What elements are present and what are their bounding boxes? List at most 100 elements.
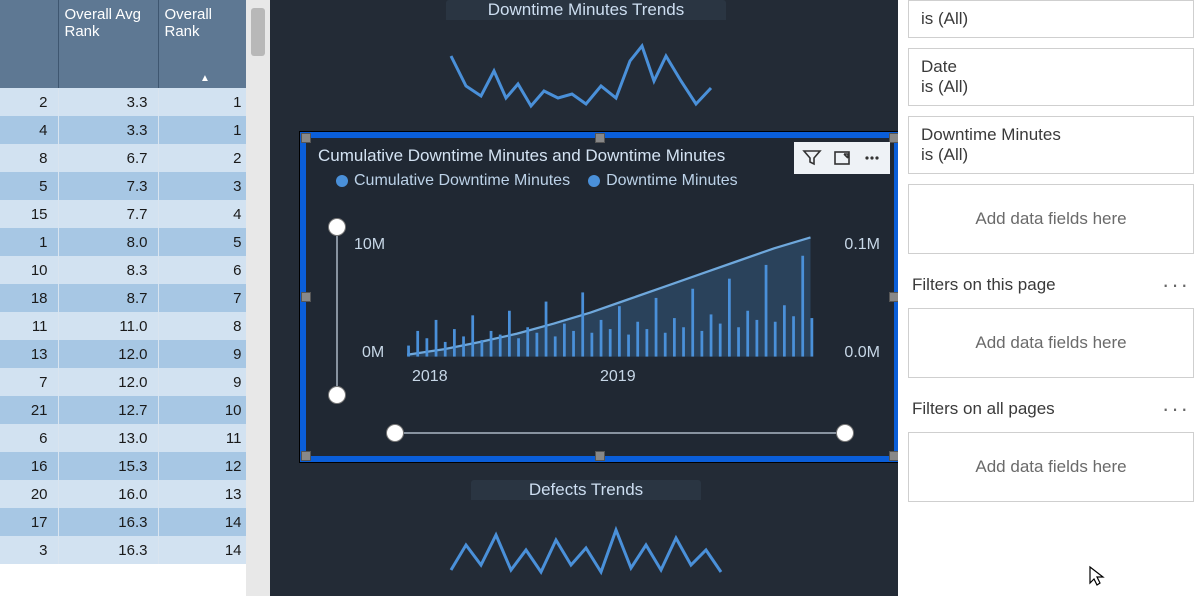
- filter-field-name: Date: [921, 57, 1181, 77]
- table-cell: 13: [0, 340, 58, 368]
- table-row[interactable]: 86.72: [0, 144, 252, 172]
- table-cell: 4: [0, 116, 58, 144]
- table-cell: 3.3: [58, 88, 158, 116]
- rank-table[interactable]: Overall Avg Rank Overall Rank ▲ 23.3143.…: [0, 0, 253, 564]
- table-cell: 7: [0, 368, 58, 396]
- defects-trends-title: Defects Trends: [471, 480, 701, 500]
- table-cell: 17: [0, 508, 58, 536]
- table-cell: 11: [0, 312, 58, 340]
- col-header-overall-rank[interactable]: Overall Rank ▲: [158, 0, 252, 88]
- table-row[interactable]: 57.33: [0, 172, 252, 200]
- table-row[interactable]: 1312.09: [0, 340, 252, 368]
- visual-header-toolbar: [794, 142, 890, 174]
- table-row[interactable]: 1716.314: [0, 508, 252, 536]
- table-cell: 18: [0, 284, 58, 312]
- table-row[interactable]: 188.77: [0, 284, 252, 312]
- table-cell: 8: [0, 144, 58, 172]
- table-row[interactable]: 613.011: [0, 424, 252, 452]
- table-cell: 11: [158, 424, 252, 452]
- table-cell: 16.3: [58, 536, 158, 564]
- table-row[interactable]: 157.74: [0, 200, 252, 228]
- defects-trends-sparkline[interactable]: [446, 510, 726, 596]
- sort-asc-icon: ▲: [200, 73, 210, 84]
- filter-card-downtime-minutes[interactable]: Downtime Minutes is (All): [908, 116, 1194, 174]
- section-more-icon[interactable]: ···: [1162, 396, 1190, 422]
- filter-icon[interactable]: [798, 144, 826, 172]
- table-cell: 10: [158, 396, 252, 424]
- filter-field-name: Downtime Minutes: [921, 125, 1181, 145]
- table-cell: 3: [0, 536, 58, 564]
- more-options-icon[interactable]: [858, 144, 886, 172]
- section-more-icon[interactable]: ···: [1162, 272, 1190, 298]
- filter-summary: is (All): [921, 77, 1181, 97]
- x-axis-range-slider[interactable]: [386, 424, 854, 442]
- slider-knob-bottom[interactable]: [328, 386, 346, 404]
- legend-dot-icon: [588, 175, 600, 187]
- table-cell: 9: [158, 368, 252, 396]
- table-cell: 1: [0, 228, 58, 256]
- table-scrollbar[interactable]: [246, 0, 270, 596]
- table-cell: 2: [0, 88, 58, 116]
- legend-item-cumulative[interactable]: Cumulative Downtime Minutes: [336, 172, 570, 190]
- table-row[interactable]: 1615.312: [0, 452, 252, 480]
- filters-on-all-pages-header[interactable]: Filters on all pages ···: [908, 388, 1194, 432]
- table-cell: 6.7: [58, 144, 158, 172]
- table-cell: 1: [158, 116, 252, 144]
- downtime-trends-sparkline[interactable]: [446, 26, 726, 126]
- rank-table-area: Overall Avg Rank Overall Rank ▲ 23.3143.…: [0, 0, 270, 596]
- table-cell: 16: [0, 452, 58, 480]
- legend-item-downtime[interactable]: Downtime Minutes: [588, 172, 738, 190]
- add-fields-dropzone-visual[interactable]: Add data fields here: [908, 184, 1194, 254]
- filter-summary: is (All): [921, 145, 1181, 165]
- table-cell: 12.0: [58, 368, 158, 396]
- table-cell: 8.7: [58, 284, 158, 312]
- cumulative-downtime-visual[interactable]: Cumulative Downtime Minutes and Downtime…: [300, 132, 900, 462]
- table-cell: 3.3: [58, 116, 158, 144]
- table-cell: 13: [158, 480, 252, 508]
- table-row[interactable]: 712.09: [0, 368, 252, 396]
- slider-knob-right[interactable]: [836, 424, 854, 442]
- slider-knob-left[interactable]: [386, 424, 404, 442]
- table-cell: 12.0: [58, 340, 158, 368]
- table-cell: 12: [158, 452, 252, 480]
- table-cell: 14: [158, 536, 252, 564]
- table-cell: 13.0: [58, 424, 158, 452]
- slider-knob-top[interactable]: [328, 218, 346, 236]
- chart-plot-area: 10M 0M 0.1M 0.0M 2018 2019: [320, 216, 880, 406]
- table-row[interactable]: 2016.013: [0, 480, 252, 508]
- filter-card-unknown[interactable]: is (All): [908, 0, 1194, 38]
- add-fields-dropzone-page[interactable]: Add data fields here: [908, 308, 1194, 378]
- table-row[interactable]: 18.05: [0, 228, 252, 256]
- table-row[interactable]: 316.314: [0, 536, 252, 564]
- mouse-cursor-icon: [1088, 565, 1106, 592]
- table-row[interactable]: 2112.710: [0, 396, 252, 424]
- focus-mode-icon[interactable]: [828, 144, 856, 172]
- table-row[interactable]: 43.31: [0, 116, 252, 144]
- table-cell: 14: [158, 508, 252, 536]
- filters-on-this-page-header[interactable]: Filters on this page ···: [908, 264, 1194, 308]
- table-cell: 21: [0, 396, 58, 424]
- y-left-tick-bottom: 0M: [362, 344, 384, 362]
- table-cell: 4: [158, 200, 252, 228]
- table-cell: 5: [158, 228, 252, 256]
- filter-card-date[interactable]: Date is (All): [908, 48, 1194, 106]
- table-cell: 12.7: [58, 396, 158, 424]
- table-row[interactable]: 1111.08: [0, 312, 252, 340]
- table-row[interactable]: 108.36: [0, 256, 252, 284]
- y-right-tick-bottom: 0.0M: [844, 344, 880, 362]
- table-cell: 1: [158, 88, 252, 116]
- y-axis-range-slider[interactable]: [328, 216, 346, 406]
- table-cell: 16.0: [58, 480, 158, 508]
- table-cell: 8.3: [58, 256, 158, 284]
- table-cell: 10: [0, 256, 58, 284]
- table-cell: 6: [0, 424, 58, 452]
- table-row[interactable]: 23.31: [0, 88, 252, 116]
- y-right-tick-top: 0.1M: [844, 236, 880, 254]
- combo-chart-svg: [398, 222, 838, 372]
- table-cell: 8.0: [58, 228, 158, 256]
- add-fields-dropzone-all[interactable]: Add data fields here: [908, 432, 1194, 502]
- scrollbar-thumb[interactable]: [251, 8, 265, 56]
- table-cell: 16.3: [58, 508, 158, 536]
- col-header-blank[interactable]: [0, 0, 58, 88]
- col-header-avg-rank[interactable]: Overall Avg Rank: [58, 0, 158, 88]
